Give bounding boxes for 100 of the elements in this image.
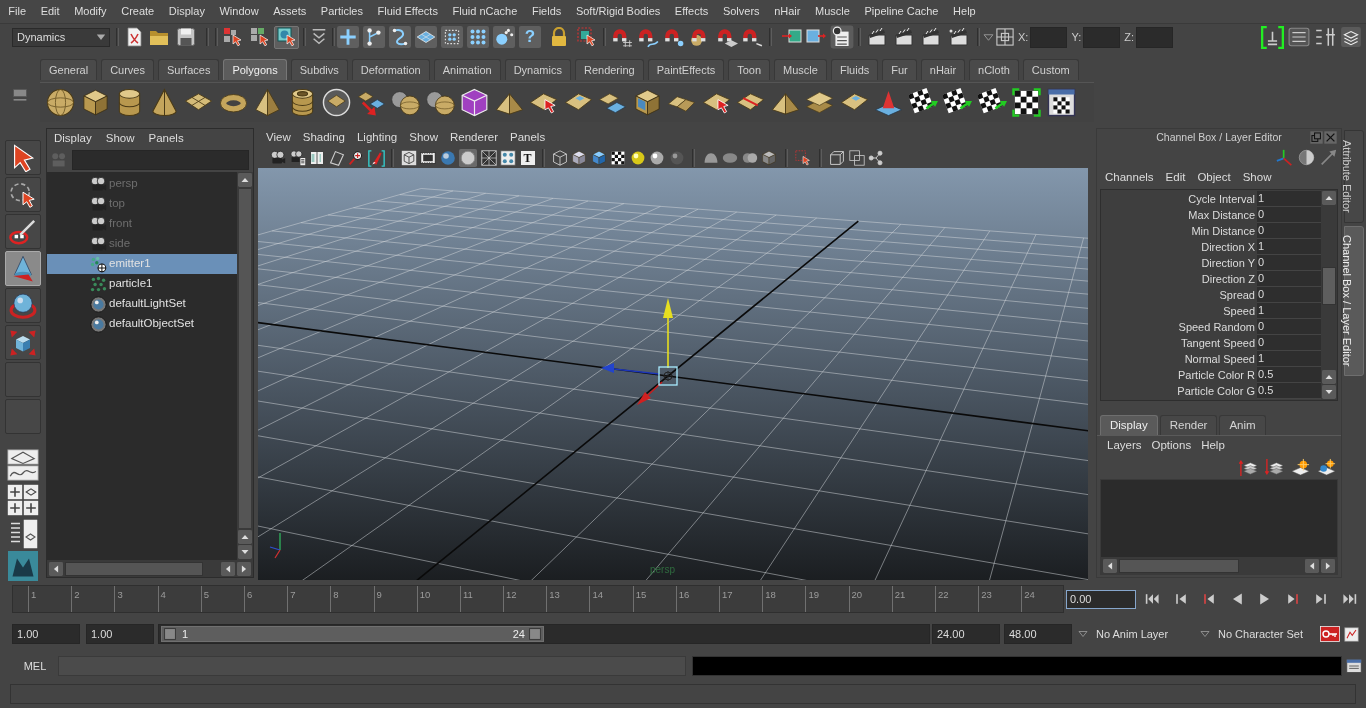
shelf-tab[interactable]: Subdivs <box>290 59 348 80</box>
shelf-tab[interactable]: Animation <box>433 59 501 80</box>
half-circle-icon[interactable] <box>1298 148 1315 166</box>
menu-item[interactable]: Edit <box>33 1 67 22</box>
diagonal-arrow-icon[interactable] <box>1320 148 1337 166</box>
clipboard-clock-icon[interactable] <box>830 25 854 49</box>
vertical-scrollbar[interactable] <box>237 172 253 560</box>
menu-item[interactable]: Fluid nCache <box>445 1 525 22</box>
shelf-tab[interactable]: Deformation <box>351 59 430 80</box>
outliner-item[interactable]: particle1 <box>47 274 237 294</box>
spheres-icon[interactable] <box>391 88 420 117</box>
range-bar[interactable]: 1 24 <box>161 626 544 642</box>
menu-item[interactable]: Muscle <box>807 1 858 22</box>
shelf-tab[interactable]: Dynamics <box>504 59 571 80</box>
panel-menu[interactable]: Object <box>1191 169 1237 187</box>
shelf-tab[interactable]: Muscle <box>774 59 827 80</box>
menu-item[interactable]: Soft/Rigid Bodies <box>568 1 668 22</box>
blob-icon[interactable] <box>741 150 758 166</box>
attribute-value[interactable]: 0 <box>1257 223 1321 239</box>
layer-tab[interactable]: Display <box>1100 415 1158 435</box>
film-strip-icon[interactable] <box>420 150 436 166</box>
flat-plane-icon[interactable] <box>415 26 437 48</box>
close-icon[interactable] <box>1324 131 1337 144</box>
scrollbar-thumb[interactable] <box>238 188 252 529</box>
attribute-value[interactable]: 1 <box>1257 191 1321 207</box>
panel-menu[interactable]: Lighting <box>350 129 404 147</box>
layer-stack-icon[interactable] <box>1340 26 1362 48</box>
range-handle-icon[interactable] <box>164 628 176 640</box>
panel-menu[interactable]: Layers <box>1102 436 1147 455</box>
end-time-field[interactable]: 48.00 <box>1004 624 1072 644</box>
menu-item[interactable]: Fluid Effects <box>370 1 446 22</box>
wire-cube-icon[interactable] <box>551 150 568 166</box>
outliner-item[interactable]: defaultLightSet <box>47 294 237 314</box>
dotted-square-icon[interactable] <box>441 26 463 48</box>
attribute-value[interactable]: 0 <box>1257 255 1321 271</box>
shelf-tab[interactable]: Curves <box>101 59 154 80</box>
attribute-value[interactable]: 0.5 <box>1257 367 1321 383</box>
pyramid-icon[interactable] <box>253 88 282 117</box>
menu-item[interactable]: Particles <box>313 1 371 22</box>
light-sphere-icon[interactable] <box>629 150 646 166</box>
scrollbar-thumb[interactable] <box>1322 267 1336 305</box>
magnet-icon[interactable] <box>663 26 685 48</box>
padlock-icon[interactable] <box>549 27 569 47</box>
attribute-value[interactable]: 0 <box>1257 207 1321 223</box>
menu-item[interactable]: Assets <box>265 1 314 22</box>
magnet-icon[interactable] <box>637 26 659 48</box>
layer-spark-icon[interactable] <box>1317 457 1336 477</box>
menu-item[interactable]: Fields <box>524 1 569 22</box>
peak-tile-icon[interactable] <box>8 551 38 581</box>
dashed-square-cursor-icon[interactable] <box>577 27 597 47</box>
attribute-value[interactable]: 0.5 <box>1257 383 1321 399</box>
clapperboard-icon[interactable] <box>894 27 914 47</box>
frames-icon[interactable] <box>848 150 865 166</box>
checker-icon[interactable] <box>610 150 626 166</box>
bracketed-brush-icon[interactable] <box>367 149 385 167</box>
skip-to-end-icon[interactable] <box>1341 591 1357 607</box>
shelf-tab[interactable]: Polygons <box>223 59 287 80</box>
coordinate-field[interactable] <box>1030 26 1068 48</box>
camera-list-icon[interactable] <box>289 150 306 166</box>
nodes-icon[interactable] <box>868 150 884 166</box>
axes-icon[interactable] <box>1276 148 1293 166</box>
checker-window-icon[interactable] <box>1046 88 1076 117</box>
attribute-value[interactable]: 0 <box>1257 335 1321 351</box>
ellipse-icon[interactable] <box>722 150 738 166</box>
caret-icon[interactable] <box>1200 629 1210 639</box>
coordinate-field[interactable] <box>1136 26 1173 48</box>
step-forward-key-icon[interactable] <box>1313 591 1329 607</box>
layers-arrow-icon[interactable] <box>1265 457 1284 477</box>
menu-item[interactable]: Window <box>212 1 266 22</box>
panel-menu[interactable]: Show <box>403 129 444 147</box>
shelf-tab[interactable]: nHair <box>920 59 966 80</box>
scrollbar-thumb[interactable] <box>65 561 203 576</box>
caret-icon[interactable] <box>1078 629 1088 639</box>
sphere-dots-icon[interactable] <box>493 26 515 48</box>
time-slider[interactable]: 1 2 3 4 5 6 7 8 9 10 11 12 13 14 15 16 17 18 19 20 21 22 23 24 <box>12 585 1064 613</box>
cone-icon[interactable] <box>149 88 179 117</box>
layer-tab[interactable]: Render <box>1159 415 1218 435</box>
range-slider[interactable]: 1 24 <box>158 624 930 644</box>
s-curve-icon[interactable] <box>389 26 411 48</box>
magnet-icon[interactable] <box>741 26 763 48</box>
step-back-key-icon[interactable] <box>1173 591 1189 607</box>
help-button[interactable]: ? <box>519 26 541 48</box>
shelf-tab[interactable]: Fur <box>882 59 917 80</box>
shelf-tab[interactable]: General <box>40 59 98 80</box>
horizontal-scrollbar[interactable] <box>47 560 253 577</box>
clapperboard-icon[interactable] <box>949 27 969 47</box>
attribute-value[interactable]: 1 <box>1257 239 1321 255</box>
shelf-tab[interactable]: Surfaces <box>158 59 220 80</box>
panel-menu[interactable]: Options <box>1146 436 1197 455</box>
tilted-plane-icon[interactable] <box>328 150 345 166</box>
shelf-tab[interactable]: Custom <box>1022 59 1079 80</box>
panel-menu[interactable]: Renderer <box>444 129 504 147</box>
shelf-tab[interactable]: PaintEffects <box>647 59 725 80</box>
panel-menu[interactable]: Show <box>1236 169 1278 187</box>
playback-end-field[interactable]: 24.00 <box>932 624 1000 644</box>
move-manipulator-drawing[interactable] <box>601 298 678 405</box>
sphere-icon[interactable] <box>46 88 75 117</box>
character-set-dropdown[interactable]: No Character Set <box>1200 624 1318 644</box>
page-icon[interactable] <box>124 27 144 47</box>
shelf-menu-icon[interactable] <box>12 87 28 103</box>
